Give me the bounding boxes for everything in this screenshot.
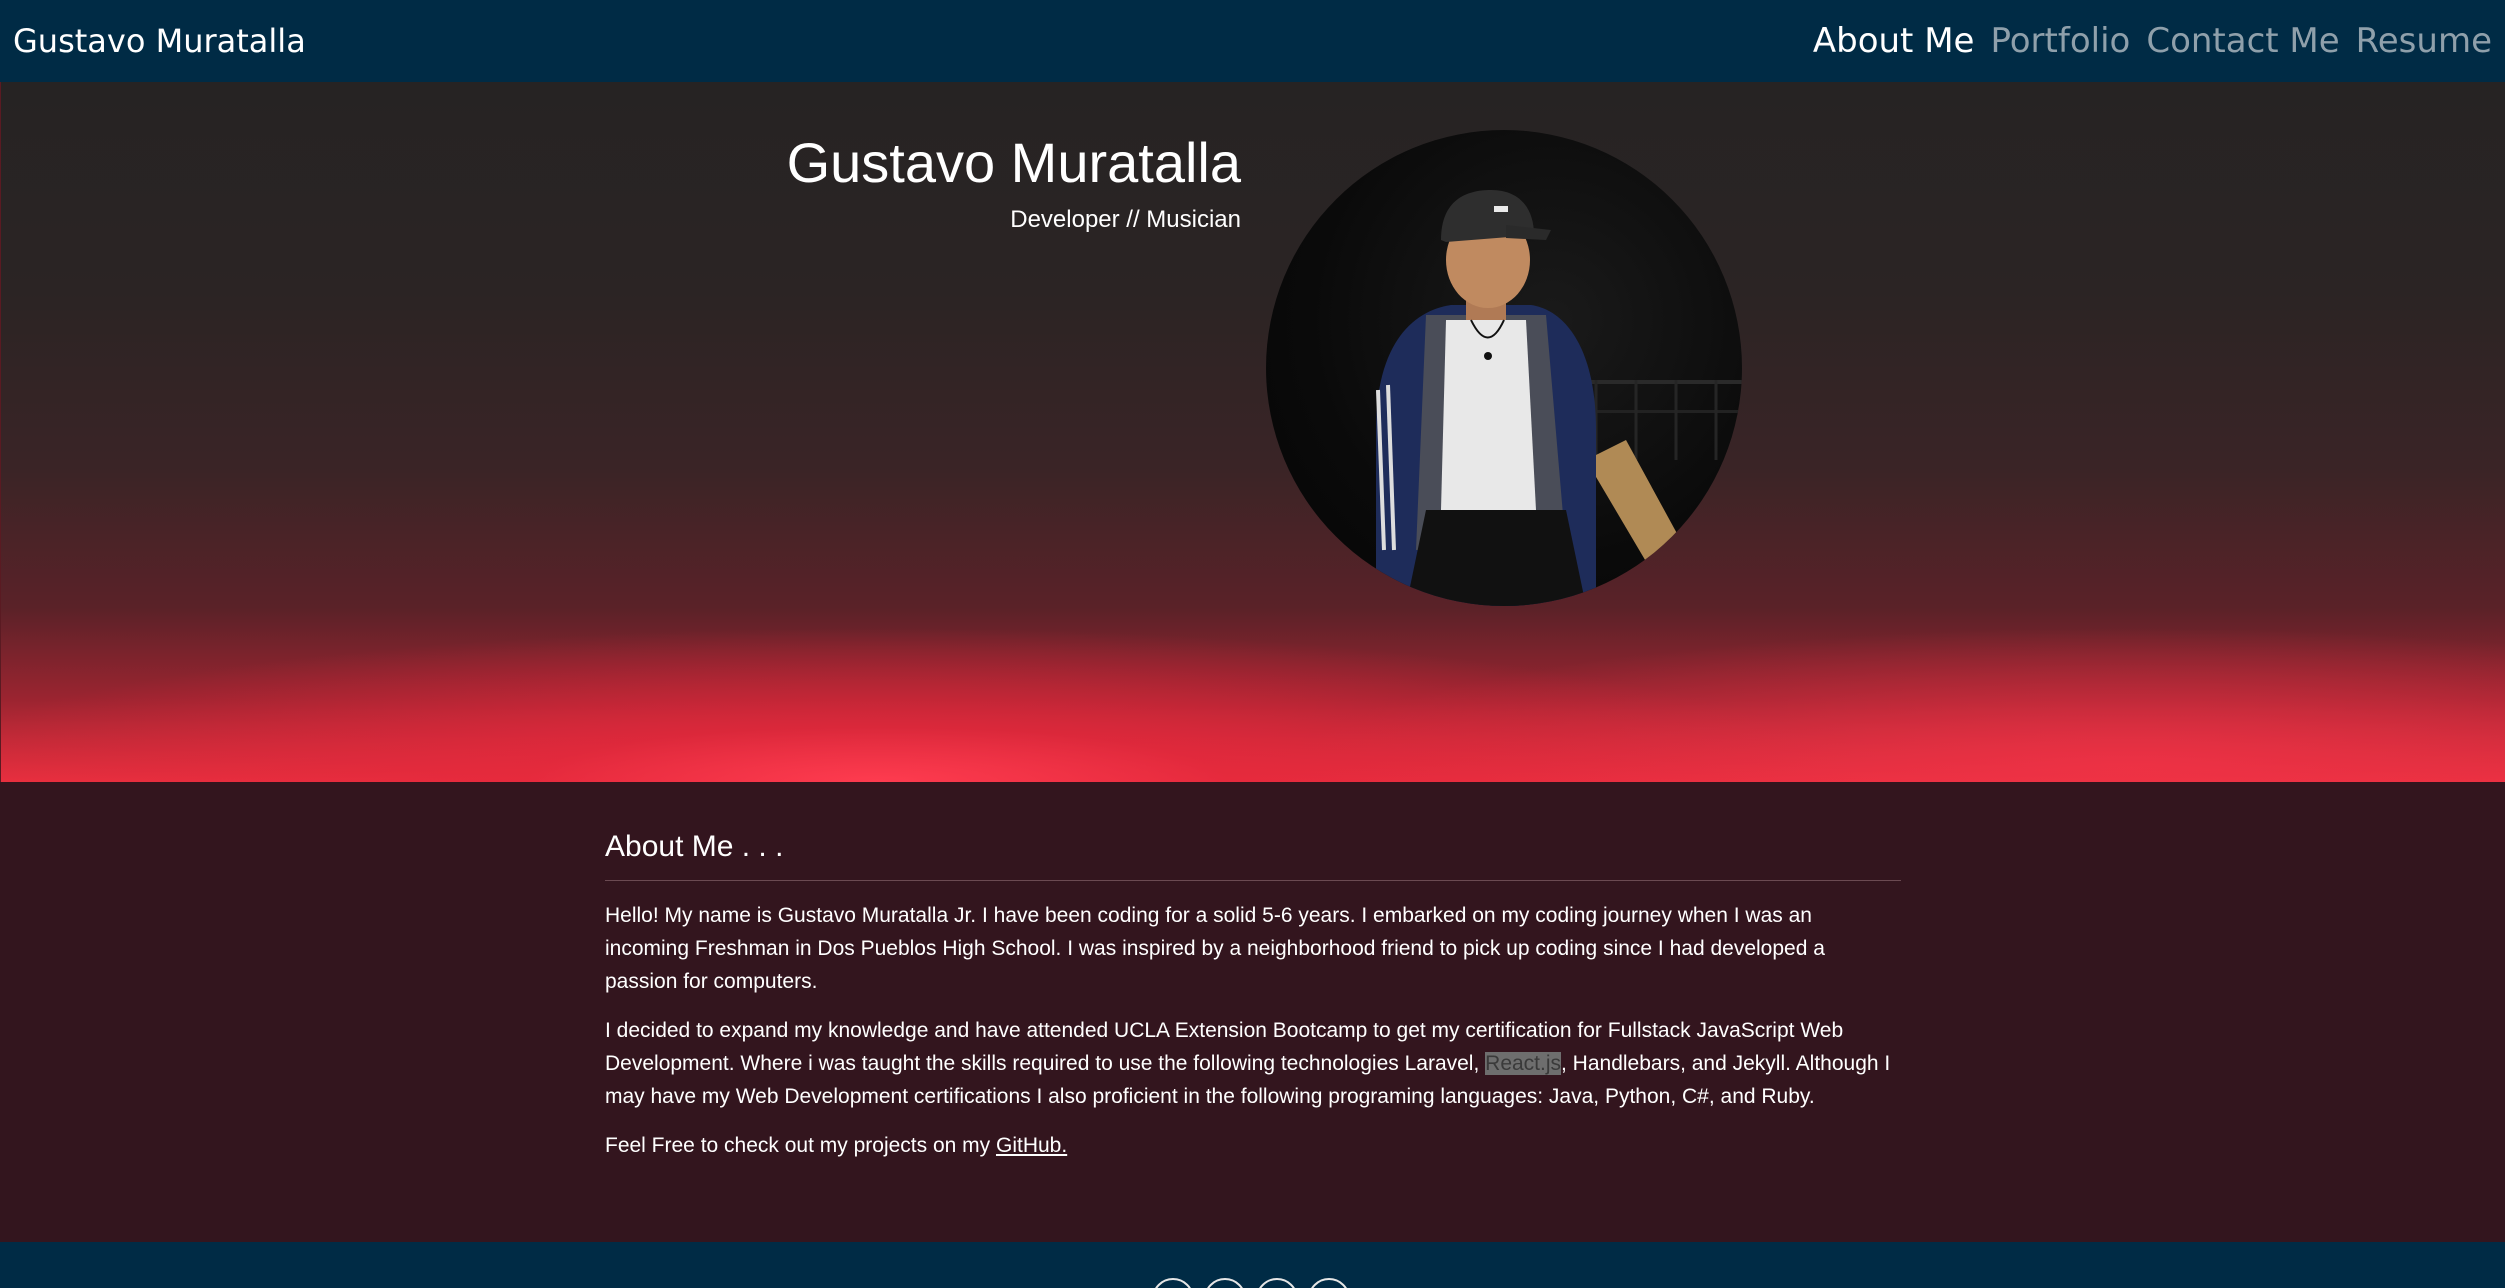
about-content: About Me . . . Hello! My name is Gustavo… [605,830,1901,1178]
navbar: Gustavo Muratalla About Me Portfolio Con… [0,0,2505,82]
stackoverflow-icon[interactable] [1256,1278,1298,1288]
about-paragraph-3: Feel Free to check out my projects on my… [605,1129,1901,1162]
about-section: About Me . . . Hello! My name is Gustavo… [0,782,2505,1242]
about-paragraph-2: I decided to expand my knowledge and hav… [605,1014,1901,1113]
linkedin-icon[interactable] [1204,1278,1246,1288]
about-heading: About Me . . . [605,830,1901,881]
hero-text: Gustavo Muratalla Developer // Musician [787,130,1241,234]
hero-banner: Gustavo Muratalla Developer // Musician [0,82,2505,782]
hero-name: Gustavo Muratalla [786,131,1241,194]
profile-photo [1266,130,1742,606]
highlighted-text: React.js [1485,1052,1562,1075]
email-icon[interactable] [1308,1278,1350,1288]
footer [0,1242,2505,1288]
github-link[interactable]: GitHub. [996,1134,1067,1157]
nav-link-about-me[interactable]: About Me [1813,21,1975,61]
nav-link-resume[interactable]: Resume [2356,21,2492,61]
footer-social-icons [1152,1278,1350,1288]
brand-link[interactable]: Gustavo Muratalla [13,22,306,60]
github-icon[interactable] [1152,1278,1194,1288]
nav-link-contact-me[interactable]: Contact Me [2146,21,2339,61]
about-paragraph-3-text: Feel Free to check out my projects on my [605,1134,996,1157]
nav-links: About Me Portfolio Contact Me Resume [1813,21,2492,61]
profile-photo-illustration [1376,190,1742,606]
hero-subtitle: Developer // Musician [1010,206,1241,233]
about-paragraph-1: Hello! My name is Gustavo Muratalla Jr. … [605,904,1825,993]
nav-link-portfolio[interactable]: Portfolio [1990,21,2130,61]
